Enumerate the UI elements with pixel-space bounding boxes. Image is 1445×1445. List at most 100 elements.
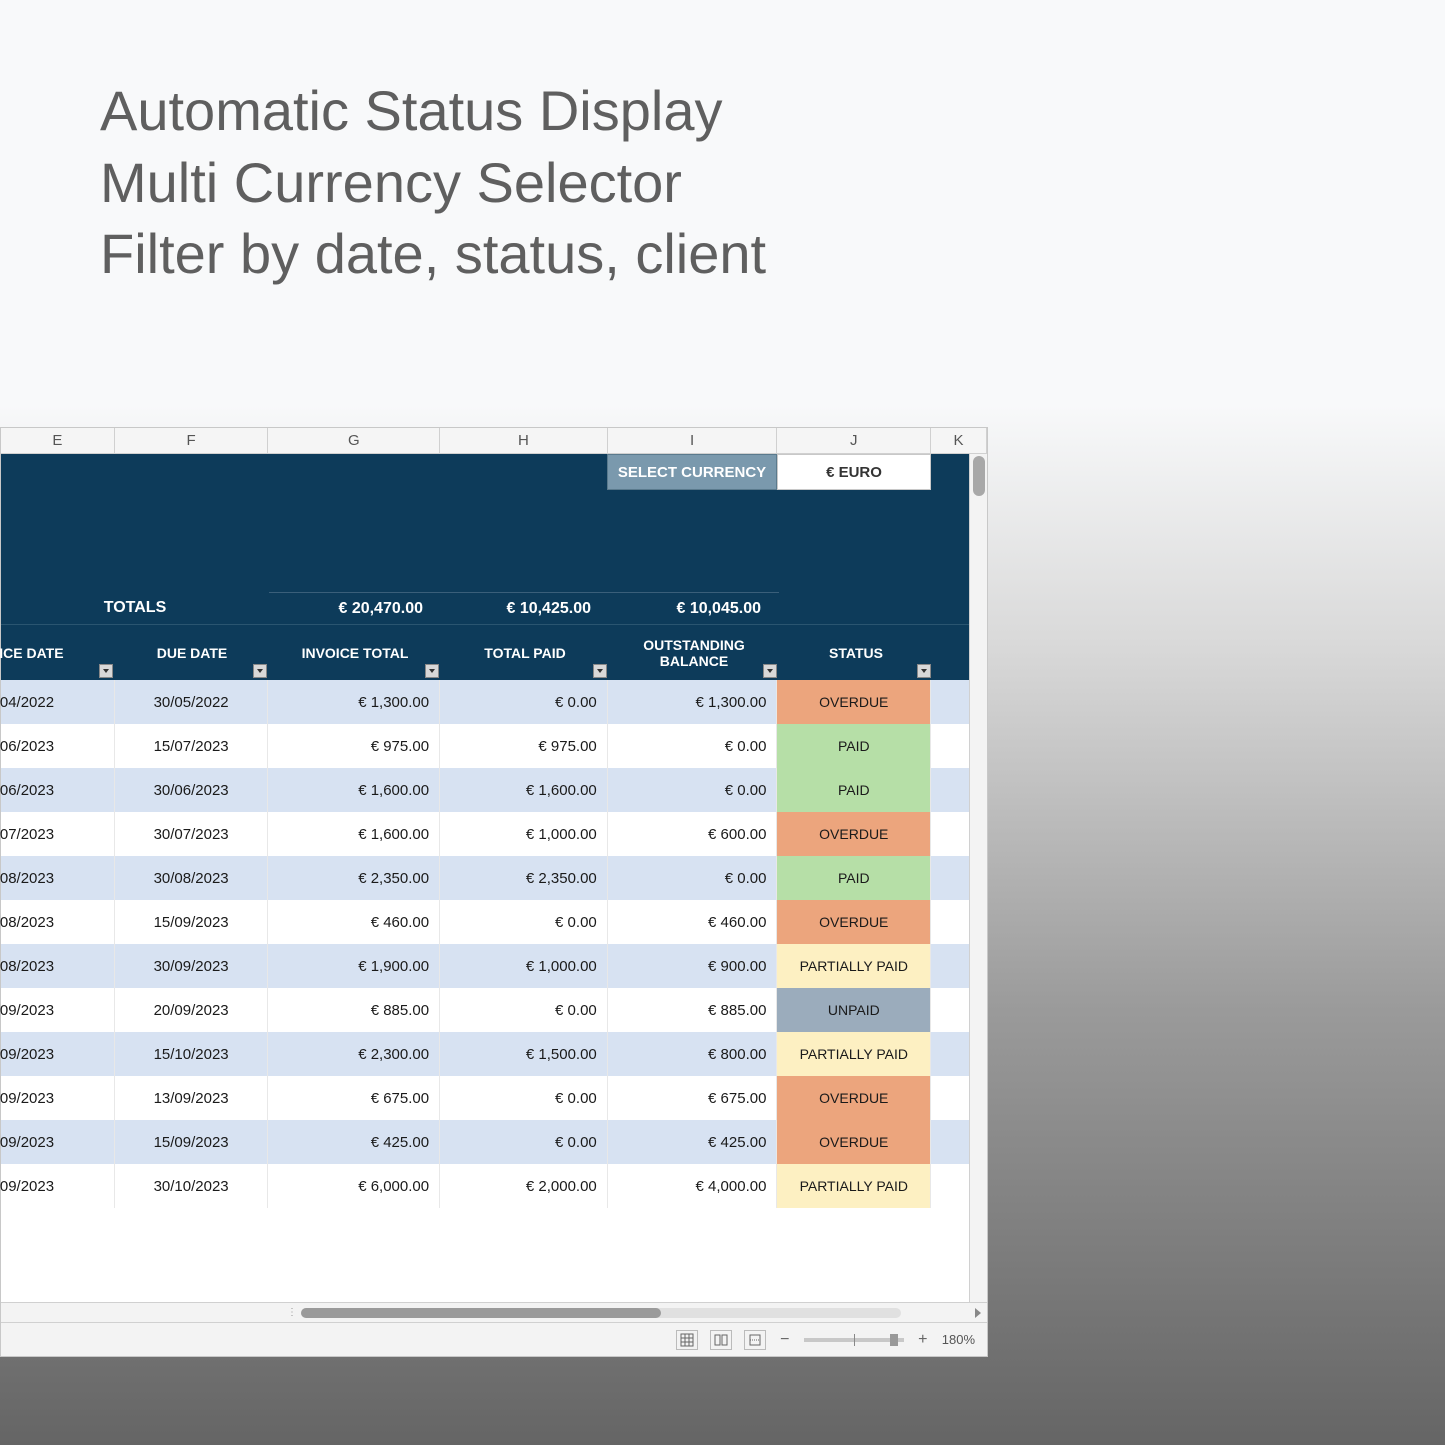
cell-status[interactable]: PARTIALLY PAID bbox=[777, 1164, 931, 1208]
cell-due-date[interactable]: 30/07/2023 bbox=[115, 812, 269, 856]
cell-due-date[interactable]: 20/09/2023 bbox=[115, 988, 269, 1032]
cell-invoice-total[interactable]: € 425.00 bbox=[268, 1120, 440, 1164]
cell-invoice-total[interactable]: € 1,600.00 bbox=[268, 768, 440, 812]
table-row[interactable]: 15/09/202330/10/2023€ 6,000.00€ 2,000.00… bbox=[1, 1164, 987, 1208]
sheet-tab-separator[interactable]: ⋮ bbox=[287, 1307, 297, 1318]
cell-due-date[interactable]: 30/08/2023 bbox=[115, 856, 269, 900]
table-row[interactable]: 13/09/202313/09/2023€ 675.00€ 0.00€ 675.… bbox=[1, 1076, 987, 1120]
cell-invoice-date[interactable]: 15/04/2022 bbox=[1, 680, 115, 724]
horizontal-scroll-thumb[interactable] bbox=[301, 1308, 661, 1318]
cell-status[interactable]: OVERDUE bbox=[777, 1120, 931, 1164]
cell-status[interactable]: OVERDUE bbox=[777, 812, 931, 856]
cell-outstanding[interactable]: € 0.00 bbox=[608, 856, 778, 900]
filter-dropdown-status[interactable] bbox=[917, 664, 931, 678]
cell-outstanding[interactable]: € 800.00 bbox=[608, 1032, 778, 1076]
currency-selector[interactable]: € EURO bbox=[777, 454, 931, 490]
cell-outstanding[interactable]: € 425.00 bbox=[608, 1120, 778, 1164]
cell-due-date[interactable]: 15/09/2023 bbox=[115, 900, 269, 944]
cell-outstanding[interactable]: € 460.00 bbox=[608, 900, 778, 944]
col-header-e[interactable]: E bbox=[1, 428, 115, 453]
cell-due-date[interactable]: 30/05/2022 bbox=[115, 680, 269, 724]
cell-outstanding[interactable]: € 675.00 bbox=[608, 1076, 778, 1120]
view-page-layout-button[interactable] bbox=[710, 1330, 732, 1350]
cell-invoice-date[interactable]: 30/06/2023 bbox=[1, 724, 115, 768]
col-header-j[interactable]: J bbox=[777, 428, 931, 453]
table-row[interactable]: 30/06/202315/07/2023€ 975.00€ 975.00€ 0.… bbox=[1, 724, 987, 768]
cell-total-paid[interactable]: € 1,600.00 bbox=[440, 768, 608, 812]
filter-dropdown-due-date[interactable] bbox=[253, 664, 267, 678]
filter-dropdown-outstanding[interactable] bbox=[763, 664, 777, 678]
cell-total-paid[interactable]: € 1,500.00 bbox=[440, 1032, 608, 1076]
col-header-k[interactable]: K bbox=[931, 428, 987, 453]
cell-invoice-total[interactable]: € 675.00 bbox=[268, 1076, 440, 1120]
blank-area[interactable] bbox=[1, 1208, 987, 1248]
col-header-h[interactable]: H bbox=[440, 428, 608, 453]
cell-invoice-date[interactable]: 12/07/2023 bbox=[1, 812, 115, 856]
cell-due-date[interactable]: 30/09/2023 bbox=[115, 944, 269, 988]
cell-outstanding[interactable]: € 0.00 bbox=[608, 724, 778, 768]
cell-status[interactable]: OVERDUE bbox=[777, 680, 931, 724]
col-header-f[interactable]: F bbox=[115, 428, 269, 453]
cell-invoice-date[interactable]: 30/09/2023 bbox=[1, 1032, 115, 1076]
cell-status[interactable]: PAID bbox=[777, 856, 931, 900]
filter-dropdown-total-paid[interactable] bbox=[593, 664, 607, 678]
cell-due-date[interactable]: 30/10/2023 bbox=[115, 1164, 269, 1208]
cell-invoice-total[interactable]: € 1,900.00 bbox=[268, 944, 440, 988]
table-row[interactable]: 12/07/202330/07/2023€ 1,600.00€ 1,000.00… bbox=[1, 812, 987, 856]
vertical-scroll-thumb[interactable] bbox=[973, 456, 985, 496]
cell-total-paid[interactable]: € 1,000.00 bbox=[440, 812, 608, 856]
cell-total-paid[interactable]: € 0.00 bbox=[440, 1076, 608, 1120]
cell-status[interactable]: PARTIALLY PAID bbox=[777, 1032, 931, 1076]
zoom-slider-thumb[interactable] bbox=[890, 1334, 898, 1346]
cell-invoice-date[interactable]: 12/06/2023 bbox=[1, 768, 115, 812]
cell-invoice-total[interactable]: € 1,600.00 bbox=[268, 812, 440, 856]
select-currency-button[interactable]: SELECT CURRENCY bbox=[607, 454, 777, 490]
cell-invoice-total[interactable]: € 975.00 bbox=[268, 724, 440, 768]
cell-outstanding[interactable]: € 600.00 bbox=[608, 812, 778, 856]
cell-status[interactable]: OVERDUE bbox=[777, 1076, 931, 1120]
cell-total-paid[interactable]: € 975.00 bbox=[440, 724, 608, 768]
cell-invoice-total[interactable]: € 1,300.00 bbox=[268, 680, 440, 724]
col-header-g[interactable]: G bbox=[268, 428, 440, 453]
cell-total-paid[interactable]: € 0.00 bbox=[440, 900, 608, 944]
view-normal-button[interactable] bbox=[676, 1330, 698, 1350]
cell-total-paid[interactable]: € 0.00 bbox=[440, 988, 608, 1032]
cell-invoice-total[interactable]: € 2,300.00 bbox=[268, 1032, 440, 1076]
cell-invoice-date[interactable]: 18/08/2023 bbox=[1, 944, 115, 988]
table-row[interactable]: 18/08/202330/09/2023€ 1,900.00€ 1,000.00… bbox=[1, 944, 987, 988]
cell-invoice-date[interactable]: 15/09/2023 bbox=[1, 1164, 115, 1208]
cell-invoice-total[interactable]: € 2,350.00 bbox=[268, 856, 440, 900]
cell-due-date[interactable]: 15/10/2023 bbox=[115, 1032, 269, 1076]
table-row[interactable]: 15/04/202230/05/2022€ 1,300.00€ 0.00€ 1,… bbox=[1, 680, 987, 724]
cell-invoice-total[interactable]: € 885.00 bbox=[268, 988, 440, 1032]
cell-total-paid[interactable]: € 0.00 bbox=[440, 680, 608, 724]
cell-due-date[interactable]: 15/09/2023 bbox=[115, 1120, 269, 1164]
cell-invoice-date[interactable]: 15/09/2023 bbox=[1, 1120, 115, 1164]
cell-due-date[interactable]: 15/07/2023 bbox=[115, 724, 269, 768]
col-header-i[interactable]: I bbox=[608, 428, 778, 453]
zoom-slider[interactable] bbox=[804, 1338, 904, 1342]
cell-outstanding[interactable]: € 4,000.00 bbox=[608, 1164, 778, 1208]
cell-status[interactable]: PAID bbox=[777, 724, 931, 768]
cell-invoice-total[interactable]: € 6,000.00 bbox=[268, 1164, 440, 1208]
table-row[interactable]: 30/09/202315/10/2023€ 2,300.00€ 1,500.00… bbox=[1, 1032, 987, 1076]
zoom-level[interactable]: 180% bbox=[942, 1332, 975, 1347]
table-row[interactable]: 17/08/202315/09/2023€ 460.00€ 0.00€ 460.… bbox=[1, 900, 987, 944]
cell-outstanding[interactable]: € 1,300.00 bbox=[608, 680, 778, 724]
cell-status[interactable]: OVERDUE bbox=[777, 900, 931, 944]
cell-outstanding[interactable]: € 0.00 bbox=[608, 768, 778, 812]
cell-total-paid[interactable]: € 2,000.00 bbox=[440, 1164, 608, 1208]
vertical-scrollbar[interactable] bbox=[969, 454, 987, 1302]
scroll-right-arrow-icon[interactable] bbox=[975, 1308, 981, 1318]
cell-due-date[interactable]: 30/06/2023 bbox=[115, 768, 269, 812]
cell-invoice-date[interactable]: 14/09/2023 bbox=[1, 988, 115, 1032]
cell-due-date[interactable]: 13/09/2023 bbox=[115, 1076, 269, 1120]
cell-status[interactable]: PARTIALLY PAID bbox=[777, 944, 931, 988]
table-row[interactable]: 15/09/202315/09/2023€ 425.00€ 0.00€ 425.… bbox=[1, 1120, 987, 1164]
zoom-in-button[interactable]: + bbox=[916, 1331, 930, 1349]
table-row[interactable]: 15/08/202330/08/2023€ 2,350.00€ 2,350.00… bbox=[1, 856, 987, 900]
filter-dropdown-invoice-total[interactable] bbox=[425, 664, 439, 678]
cell-total-paid[interactable]: € 2,350.00 bbox=[440, 856, 608, 900]
cell-outstanding[interactable]: € 885.00 bbox=[608, 988, 778, 1032]
cell-invoice-date[interactable]: 15/08/2023 bbox=[1, 856, 115, 900]
